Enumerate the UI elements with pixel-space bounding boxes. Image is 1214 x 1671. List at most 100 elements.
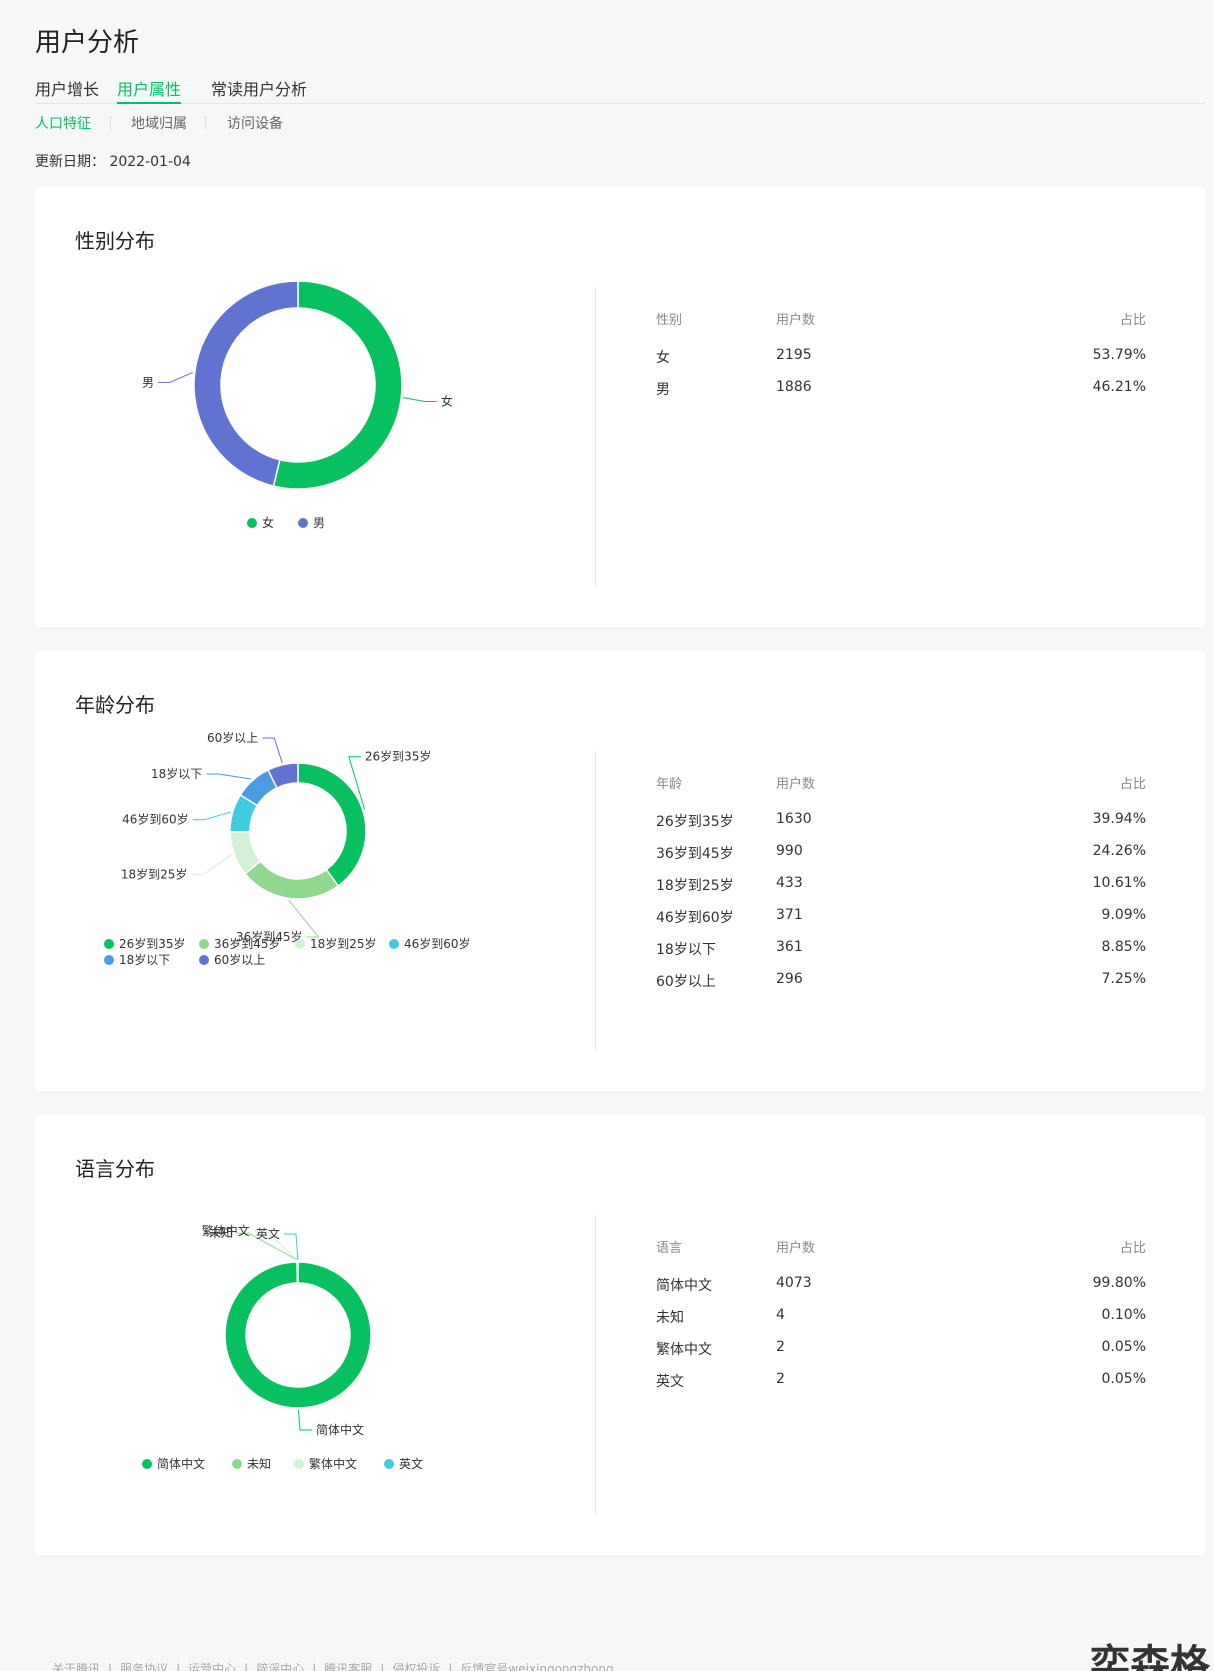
footer-divider: | (176, 1662, 181, 1671)
row-ratio: 99.80% (1092, 1275, 1146, 1291)
row-label: 简体中文 (656, 1278, 712, 1294)
legend-label[interactable]: 18岁以下 (119, 952, 170, 967)
footer-divider: | (312, 1662, 317, 1671)
subtab-devices[interactable]: 访问设备 (227, 113, 283, 133)
table-row: 繁体中文 2 0.05% (656, 1339, 1146, 1371)
row-ratio: 7.25% (1101, 971, 1146, 987)
legend-label[interactable]: 女 (262, 515, 274, 530)
row-label: 繁体中文 (656, 1342, 712, 1358)
footer-divider: | (244, 1662, 249, 1671)
tab-user-growth[interactable]: 用户增长 (35, 76, 99, 104)
legend-label[interactable]: 繁体中文 (309, 1456, 357, 1471)
legend-label[interactable]: 60岁以上 (214, 952, 265, 967)
footer-link[interactable]: 辟谣中心 (256, 1662, 304, 1671)
slice-label: 26岁到35岁 (365, 749, 432, 764)
legend-label[interactable]: 简体中文 (157, 1456, 205, 1471)
table-row: 46岁到60岁 371 9.09% (656, 907, 1146, 939)
row-count: 361 (776, 939, 803, 955)
age-donut-chart: 26岁到35岁 36岁到45岁 18岁到25岁 46岁到60岁 18岁以下 60岁以上 26… (104, 730, 471, 967)
footer-divider: | (448, 1662, 453, 1671)
legend-label[interactable]: 18岁到25岁 (310, 936, 377, 951)
slice-label: 英文 (256, 1226, 280, 1241)
header-age: 年龄 (656, 777, 683, 792)
header-users: 用户数 (776, 777, 816, 792)
table-row: 18岁以下 361 8.85% (656, 939, 1146, 971)
update-date-label: 更新日期： (35, 154, 105, 170)
legend-dot (294, 1459, 304, 1469)
slice-1[interactable] (193, 280, 299, 487)
row-label: 60岁以上 (656, 974, 716, 990)
footer-divider: | (108, 1662, 113, 1671)
row-count: 990 (776, 843, 803, 859)
update-date-value: 2022-01-04 (109, 154, 191, 170)
row-label: 18岁以下 (656, 942, 716, 958)
legend-label[interactable]: 未知 (247, 1457, 271, 1471)
card-divider (595, 287, 596, 587)
footer-link[interactable]: 腾讯客服 (324, 1662, 372, 1671)
legend-dot (247, 518, 257, 528)
legend-label[interactable]: 男 (313, 516, 325, 530)
tab-user-attributes[interactable]: 用户属性 (117, 76, 182, 104)
row-label: 46岁到60岁 (656, 910, 734, 926)
legend-dot (384, 1459, 394, 1469)
footer-link[interactable]: 关于腾讯 (52, 1662, 100, 1671)
legend-label[interactable]: 36岁到45岁 (214, 936, 281, 951)
row-count: 2 (776, 1371, 785, 1387)
header-ratio: 占比 (1119, 777, 1146, 792)
row-ratio: 9.09% (1101, 907, 1146, 923)
label-leader-line (206, 773, 252, 780)
tab-frequent-readers[interactable]: 常读用户分析 (211, 76, 307, 104)
row-ratio: 24.26% (1092, 843, 1146, 859)
row-count: 433 (776, 875, 803, 891)
table-header: 语言 用户数 占比 (656, 1237, 1146, 1257)
row-ratio: 46.21% (1092, 379, 1146, 395)
row-ratio: 0.10% (1101, 1307, 1146, 1323)
footer-link[interactable]: 反馈官号weixingongzhong (460, 1662, 613, 1671)
language-table: 语言 用户数 占比 简体中文 4073 99.80% 未知 4 0.10% 繁体中文 2 0.0… (656, 1237, 1146, 1403)
legend-dot (298, 518, 308, 528)
label-leader-line (192, 811, 231, 821)
legend-label[interactable]: 46岁到60岁 (404, 936, 471, 951)
row-count: 4 (776, 1307, 785, 1323)
row-label: 女 (656, 350, 670, 366)
subtab-demographics[interactable]: 人口特征 (35, 113, 91, 133)
subtab-divider (110, 116, 111, 130)
slice-label: 女 (441, 393, 453, 408)
table-header: 性别 用户数 占比 (656, 309, 1146, 329)
slice-label: 男 (142, 375, 154, 389)
table-row: 男 1886 46.21% (656, 379, 1146, 411)
row-label: 未知 (656, 1310, 684, 1326)
slice-label: 60岁以上 (207, 730, 258, 745)
footer-link[interactable]: 服务协议 (120, 1662, 168, 1671)
row-ratio: 0.05% (1101, 1339, 1146, 1355)
label-leader-line (191, 854, 233, 875)
update-date: 更新日期： 2022-01-04 (35, 151, 191, 171)
footer-link[interactable]: 运营中心 (188, 1662, 236, 1671)
slice-1[interactable] (244, 860, 340, 900)
row-label: 18岁到25岁 (656, 878, 734, 894)
legend-dot (104, 939, 114, 949)
slice-label: 繁体中文 (202, 1223, 250, 1238)
legend-label[interactable]: 26岁到35岁 (119, 936, 186, 951)
row-label: 26岁到35岁 (656, 814, 734, 830)
slice-0[interactable] (224, 1261, 372, 1409)
header-users: 用户数 (776, 313, 816, 328)
legend-dot (295, 939, 305, 949)
footer-link[interactable]: 侵权投诉 (392, 1662, 440, 1671)
watermark-logo: 奕森格 (1090, 1642, 1210, 1671)
slice-label: 46岁到60岁 (122, 812, 189, 827)
table-row: 60岁以上 296 7.25% (656, 971, 1146, 1003)
label-leader-line (403, 397, 437, 402)
row-count: 296 (776, 971, 803, 987)
language-card: 语言分布 简体中文 未知 繁体中文 英文 简体中文 未知 繁体中文 英文 语言 用户数 占比 … (35, 1115, 1205, 1555)
legend-dot (142, 1459, 152, 1469)
subtab-region[interactable]: 地域归属 (131, 113, 187, 133)
legend-label[interactable]: 英文 (399, 1456, 423, 1471)
slice-0[interactable] (272, 280, 403, 490)
row-label: 男 (656, 382, 670, 398)
label-leader-line (262, 737, 283, 763)
label-leader-line (297, 1409, 313, 1431)
row-count: 2 (776, 1339, 785, 1355)
table-row: 36岁到45岁 990 24.26% (656, 843, 1146, 875)
main-tabs: 用户增长 用户属性 常读用户分析 (35, 76, 1205, 104)
